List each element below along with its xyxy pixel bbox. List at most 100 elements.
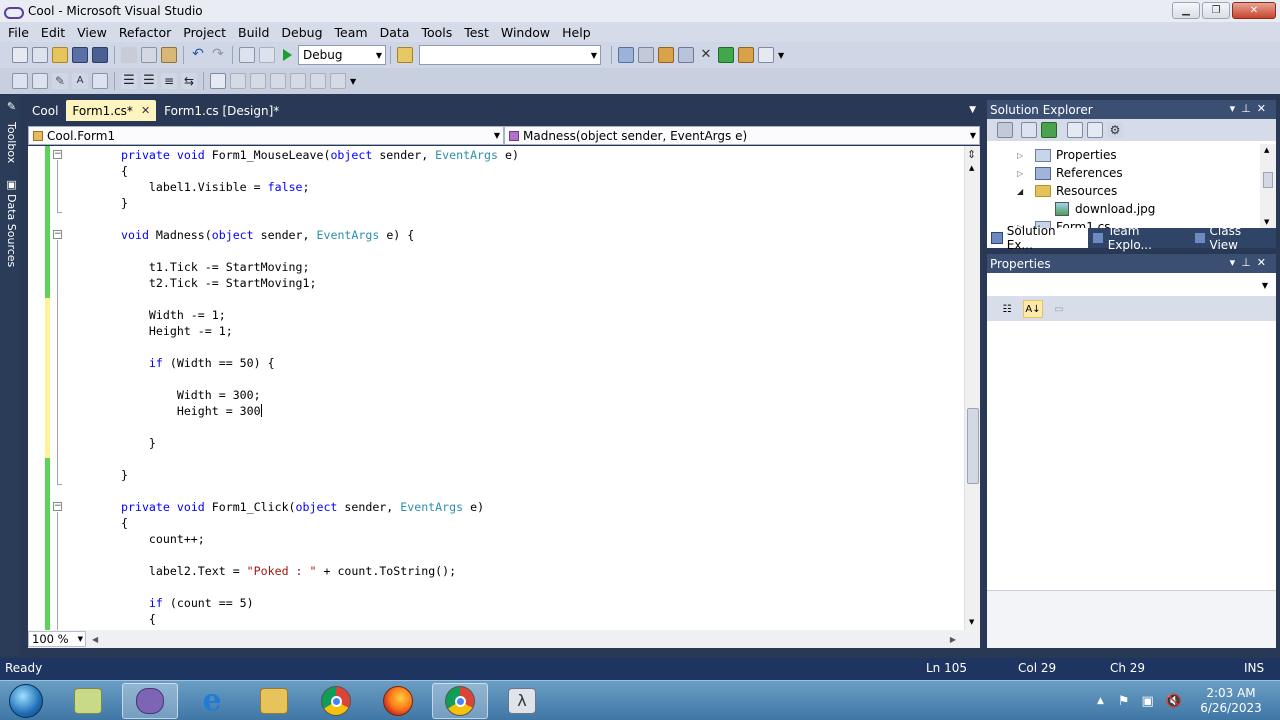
properties-window-icon[interactable] [638, 47, 654, 63]
data-sources-tab[interactable]: Data Sources [2, 194, 18, 267]
data-sources-icon[interactable]: ▣ [2, 178, 18, 191]
bookmark-window-icon[interactable] [330, 73, 346, 89]
toolbar-options-icon[interactable]: ▼ [350, 77, 356, 86]
menu-view[interactable]: View [71, 25, 113, 40]
code-line[interactable]: Height = 300 [121, 403, 262, 419]
show-hidden-icons-icon[interactable]: ▲ [1097, 696, 1104, 706]
code-line[interactable]: t1.Tick -= StartMoving; [121, 259, 310, 275]
code-line[interactable]: { [121, 611, 156, 627]
scroll-right-icon[interactable]: ▶ [950, 635, 956, 644]
navigate-forward-icon[interactable] [259, 47, 275, 63]
scroll-up-icon[interactable]: ▲ [1264, 146, 1269, 154]
next-bookmark-folder-icon[interactable] [290, 73, 306, 89]
scroll-up-icon[interactable]: ▲ [969, 164, 974, 172]
object-selector-dropdown[interactable]: ▼ [987, 273, 1276, 297]
scrollbar-thumb[interactable] [967, 408, 979, 484]
class-dropdown[interactable]: Cool.Form1 ▼ [28, 126, 504, 145]
taskbar-app[interactable]: λ [494, 683, 550, 719]
class-diagram-icon[interactable]: ⚙ [1107, 122, 1123, 138]
new-project-icon[interactable] [12, 47, 28, 63]
alphabetical-icon[interactable]: A↓ [1023, 300, 1043, 318]
panel-controls[interactable]: ▾⊥✕ [1230, 256, 1272, 269]
taskbar-chrome-window[interactable] [432, 683, 488, 719]
save-all-icon[interactable] [92, 47, 108, 63]
object-list-icon[interactable] [12, 73, 28, 89]
menu-refactor[interactable]: Refactor [113, 25, 177, 40]
taskbar-visual-studio[interactable] [122, 683, 178, 719]
tab-team-explorer[interactable]: Team Explo... [1088, 224, 1190, 252]
menu-window[interactable]: Window [495, 25, 556, 40]
scroll-down-icon[interactable]: ▼ [969, 618, 974, 626]
start-page-icon[interactable] [718, 47, 734, 63]
menu-debug[interactable]: Debug [275, 25, 328, 40]
uncomment-lines-icon[interactable]: ⇆ [181, 73, 197, 89]
open-file-icon[interactable] [52, 47, 68, 63]
undo-icon[interactable]: ↶ [190, 47, 206, 63]
solution-tree-scrollbar[interactable]: ▲ ▼ [1260, 144, 1276, 228]
code-line[interactable]: Width = 300; [121, 387, 261, 403]
configuration-dropdown[interactable]: Debug ▼ [298, 45, 386, 65]
code-line[interactable]: { [121, 515, 128, 531]
code-line[interactable]: private void Form1_Click(object sender, … [121, 499, 484, 515]
complete-word-icon[interactable]: A [72, 73, 88, 89]
toolbar-options-icon[interactable]: ▼ [778, 51, 784, 60]
next-bookmark-icon[interactable] [250, 73, 266, 89]
taskbar-file-explorer[interactable] [246, 683, 302, 719]
volume-muted-icon[interactable]: 🔇 [1166, 694, 1182, 709]
menu-help[interactable]: Help [556, 25, 597, 40]
menu-edit[interactable]: Edit [35, 25, 71, 40]
menu-data[interactable]: Data [374, 25, 416, 40]
code-line[interactable]: } [121, 435, 156, 451]
collapse-region-icon[interactable]: − [53, 150, 62, 159]
quick-info-icon[interactable]: ✎ [52, 73, 68, 89]
code-line[interactable]: count++; [121, 531, 205, 547]
close-button[interactable]: ✕ [1232, 2, 1276, 19]
code-line[interactable]: label2.Text = "Poked : " + count.ToStrin… [121, 563, 456, 579]
start-button[interactable] [4, 683, 48, 719]
code-line[interactable]: label1.Visible = false; [121, 179, 310, 195]
code-line[interactable]: Height -= 1; [121, 323, 233, 339]
previous-bookmark-folder-icon[interactable] [270, 73, 286, 89]
minimize-button[interactable]: ▁ [1172, 2, 1200, 19]
action-center-flag-icon[interactable]: ⚑ [1118, 694, 1130, 709]
property-pages-icon[interactable]: ▭ [1049, 300, 1069, 318]
menu-team[interactable]: Team [329, 25, 374, 40]
solution-explorer-icon[interactable] [618, 47, 634, 63]
refresh-icon[interactable] [1041, 122, 1057, 138]
taskbar-notes-app[interactable] [60, 683, 116, 719]
menu-file[interactable]: File [2, 25, 35, 40]
code-line[interactable]: if (Width == 50) { [121, 355, 275, 371]
copy-icon[interactable] [141, 47, 157, 63]
taskbar-firefox[interactable] [370, 683, 426, 719]
extension-manager-icon[interactable] [738, 47, 754, 63]
code-line[interactable]: } [121, 467, 128, 483]
collapse-region-icon[interactable]: − [53, 230, 62, 239]
code-line[interactable]: { [121, 163, 128, 179]
save-icon[interactable] [72, 47, 88, 63]
member-dropdown[interactable]: Madness(object sender, EventArgs e) ▼ [504, 126, 980, 145]
code-editor[interactable]: − − − private void Form1_MouseLeave(obje… [28, 146, 966, 630]
toolbox-tab[interactable]: Toolbox [2, 122, 18, 163]
network-icon[interactable]: ▣ [1142, 694, 1154, 709]
categorized-icon[interactable]: ☷ [997, 300, 1017, 318]
scrollbar-thumb[interactable] [1263, 172, 1273, 188]
command-window-icon[interactable] [758, 47, 774, 63]
menu-build[interactable]: Build [232, 25, 275, 40]
zoom-dropdown[interactable]: 100 % ▼ [28, 631, 86, 647]
code-line[interactable]: private void Form1_MouseLeave(object sen… [121, 147, 519, 163]
tree-item-download-jpg[interactable]: download.jpg [1055, 200, 1155, 218]
add-item-icon[interactable] [32, 47, 48, 63]
toggle-bookmark-icon[interactable] [210, 73, 226, 89]
menu-project[interactable]: Project [177, 25, 232, 40]
menu-tools[interactable]: Tools [415, 25, 458, 40]
decrease-indent-icon[interactable]: ☰ [121, 73, 137, 89]
find-in-files-icon[interactable] [397, 47, 413, 63]
redo-icon[interactable]: ↷ [210, 47, 226, 63]
object-browser-icon[interactable] [658, 47, 674, 63]
editor-vertical-scrollbar[interactable]: ⇕ ▲ ▼ [964, 146, 980, 630]
tab-list-dropdown-icon[interactable]: ▼ [969, 105, 976, 115]
start-debugging-icon[interactable] [283, 49, 292, 61]
view-designer-icon[interactable] [1087, 122, 1103, 138]
tab-form1-cs[interactable]: Form1.cs* ✕ [66, 100, 157, 121]
properties-icon[interactable] [997, 122, 1013, 138]
